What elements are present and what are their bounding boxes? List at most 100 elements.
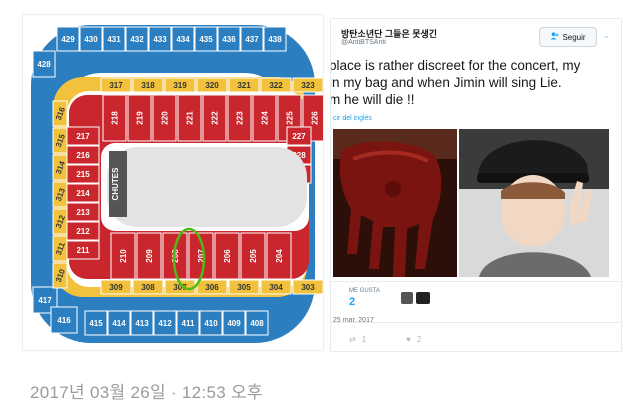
seat-section-220[interactable]: 220 (152, 94, 177, 142)
svg-text:414: 414 (112, 319, 126, 328)
svg-text:209: 209 (145, 249, 154, 263)
seat-section-433[interactable]: 433 (148, 26, 172, 52)
svg-text:435: 435 (199, 35, 213, 44)
svg-text:223: 223 (236, 111, 245, 125)
svg-text:306: 306 (205, 283, 219, 292)
svg-text:227: 227 (292, 132, 306, 141)
seat-section-315[interactable]: 315 (52, 127, 68, 154)
seat-section-314[interactable]: 314 (52, 154, 68, 181)
seat-section-410[interactable]: 410 (199, 310, 223, 336)
seat-section-437[interactable]: 437 (240, 26, 264, 52)
seat-section-313[interactable]: 313 (52, 181, 68, 208)
tweet-handle[interactable]: @AntiBTSAnti (341, 39, 386, 46)
tweet-date[interactable]: 25 mar. 2017 (333, 317, 374, 324)
svg-text:320: 320 (205, 81, 219, 90)
seat-section-309[interactable]: 309 (100, 279, 132, 295)
seat-section-211[interactable]: 211 (66, 240, 100, 260)
svg-text:304: 304 (269, 283, 283, 292)
seat-section-412[interactable]: 412 (153, 310, 177, 336)
seat-section-209[interactable]: 209 (136, 232, 162, 280)
seat-section-217[interactable]: 217 (66, 126, 100, 146)
seat-section-416[interactable]: 416 (50, 306, 78, 334)
tweet-text-line: m he will die !! (330, 92, 415, 107)
seat-section-204[interactable]: 204 (266, 232, 292, 280)
svg-text:322: 322 (269, 81, 283, 90)
seat-section-323[interactable]: 323 (292, 77, 323, 93)
post-timestamp: 2017년 03월 26일 · 12:53 오후 (30, 383, 263, 402)
like-count: 2 (416, 335, 422, 344)
seat-section-312[interactable]: 312 (52, 208, 68, 235)
svg-text:222: 222 (211, 111, 220, 125)
svg-text:410: 410 (204, 319, 218, 328)
translate-link[interactable]: cir del inglés (333, 115, 372, 122)
svg-text:433: 433 (153, 35, 167, 44)
seat-section-409[interactable]: 409 (222, 310, 246, 336)
svg-text:226: 226 (311, 111, 320, 125)
seat-section-320[interactable]: 320 (196, 77, 228, 93)
seat-section-306[interactable]: 306 (196, 279, 228, 295)
svg-text:210: 210 (119, 249, 128, 263)
seat-section-316[interactable]: 316 (52, 100, 68, 127)
seat-section-430[interactable]: 430 (79, 26, 103, 52)
heart-icon[interactable]: ♥ (406, 335, 411, 344)
seat-section-319[interactable]: 319 (164, 77, 196, 93)
seat-section-318[interactable]: 318 (132, 77, 164, 93)
svg-text:213: 213 (76, 208, 90, 217)
seat-section-311[interactable]: 311 (52, 235, 68, 262)
liker-avatar[interactable] (401, 292, 413, 304)
tweet-photo-person[interactable] (459, 129, 609, 277)
seat-section-415[interactable]: 415 (84, 310, 108, 336)
seat-section-216[interactable]: 216 (66, 145, 100, 165)
seat-section-321[interactable]: 321 (228, 77, 260, 93)
seat-section-408[interactable]: 408 (245, 310, 269, 336)
svg-text:206: 206 (223, 249, 232, 263)
seat-section-224[interactable]: 224 (252, 94, 277, 142)
follow-button[interactable]: Seguir (539, 27, 597, 47)
seat-section-210[interactable]: 210 (110, 232, 136, 280)
tweet-photo-bloody-hand[interactable] (333, 129, 457, 277)
seat-section-223[interactable]: 223 (227, 94, 252, 142)
seat-section-431[interactable]: 431 (102, 26, 126, 52)
seat-section-213[interactable]: 213 (66, 202, 100, 222)
svg-text:CHUTES: CHUTES (111, 167, 120, 201)
seat-section-222[interactable]: 222 (202, 94, 227, 142)
seat-section-436[interactable]: 436 (217, 26, 241, 52)
seat-section-429[interactable]: 429 (56, 26, 80, 52)
seat-section-206[interactable]: 206 (214, 232, 240, 280)
seat-section-432[interactable]: 432 (125, 26, 149, 52)
seat-section-205[interactable]: 205 (240, 232, 266, 280)
seat-section-215[interactable]: 215 (66, 164, 100, 184)
seat-section-434[interactable]: 434 (171, 26, 195, 52)
likes-count[interactable]: 2 (349, 296, 355, 308)
seat-section-218[interactable]: 218 (102, 94, 127, 142)
seat-section-221[interactable]: 221 (177, 94, 202, 142)
seat-section-227[interactable]: 227 (286, 126, 312, 146)
seat-section-305[interactable]: 305 (228, 279, 260, 295)
seat-section-414[interactable]: 414 (107, 310, 131, 336)
seat-section-435[interactable]: 435 (194, 26, 218, 52)
seat-section-303[interactable]: 303 (292, 279, 323, 295)
seat-section-317[interactable]: 317 (100, 77, 132, 93)
seat-section-322[interactable]: 322 (260, 77, 292, 93)
seat-section-310[interactable]: 310 (52, 262, 68, 289)
seat-section-413[interactable]: 413 (130, 310, 154, 336)
svg-text:219: 219 (136, 111, 145, 125)
seat-section-411[interactable]: 411 (176, 310, 200, 336)
seat-section-212[interactable]: 212 (66, 221, 100, 241)
seat-section-304[interactable]: 304 (260, 279, 292, 295)
seat-section-428[interactable]: 428 (32, 50, 56, 78)
follow-label: Seguir (562, 32, 586, 42)
svg-text:437: 437 (245, 35, 259, 44)
svg-text:211: 211 (77, 246, 90, 255)
svg-text:413: 413 (135, 319, 149, 328)
svg-text:212: 212 (76, 227, 90, 236)
retweet-icon[interactable]: ⇄ (349, 335, 356, 344)
svg-text:308: 308 (141, 283, 155, 292)
seat-section-308[interactable]: 308 (132, 279, 164, 295)
chevron-down-icon[interactable]: ⌄ (603, 31, 610, 40)
seat-section-438[interactable]: 438 (263, 26, 287, 52)
seat-section-214[interactable]: 214 (66, 183, 100, 203)
liker-avatar[interactable] (416, 292, 430, 304)
seat-section-219[interactable]: 219 (127, 94, 152, 142)
svg-text:431: 431 (107, 35, 121, 44)
